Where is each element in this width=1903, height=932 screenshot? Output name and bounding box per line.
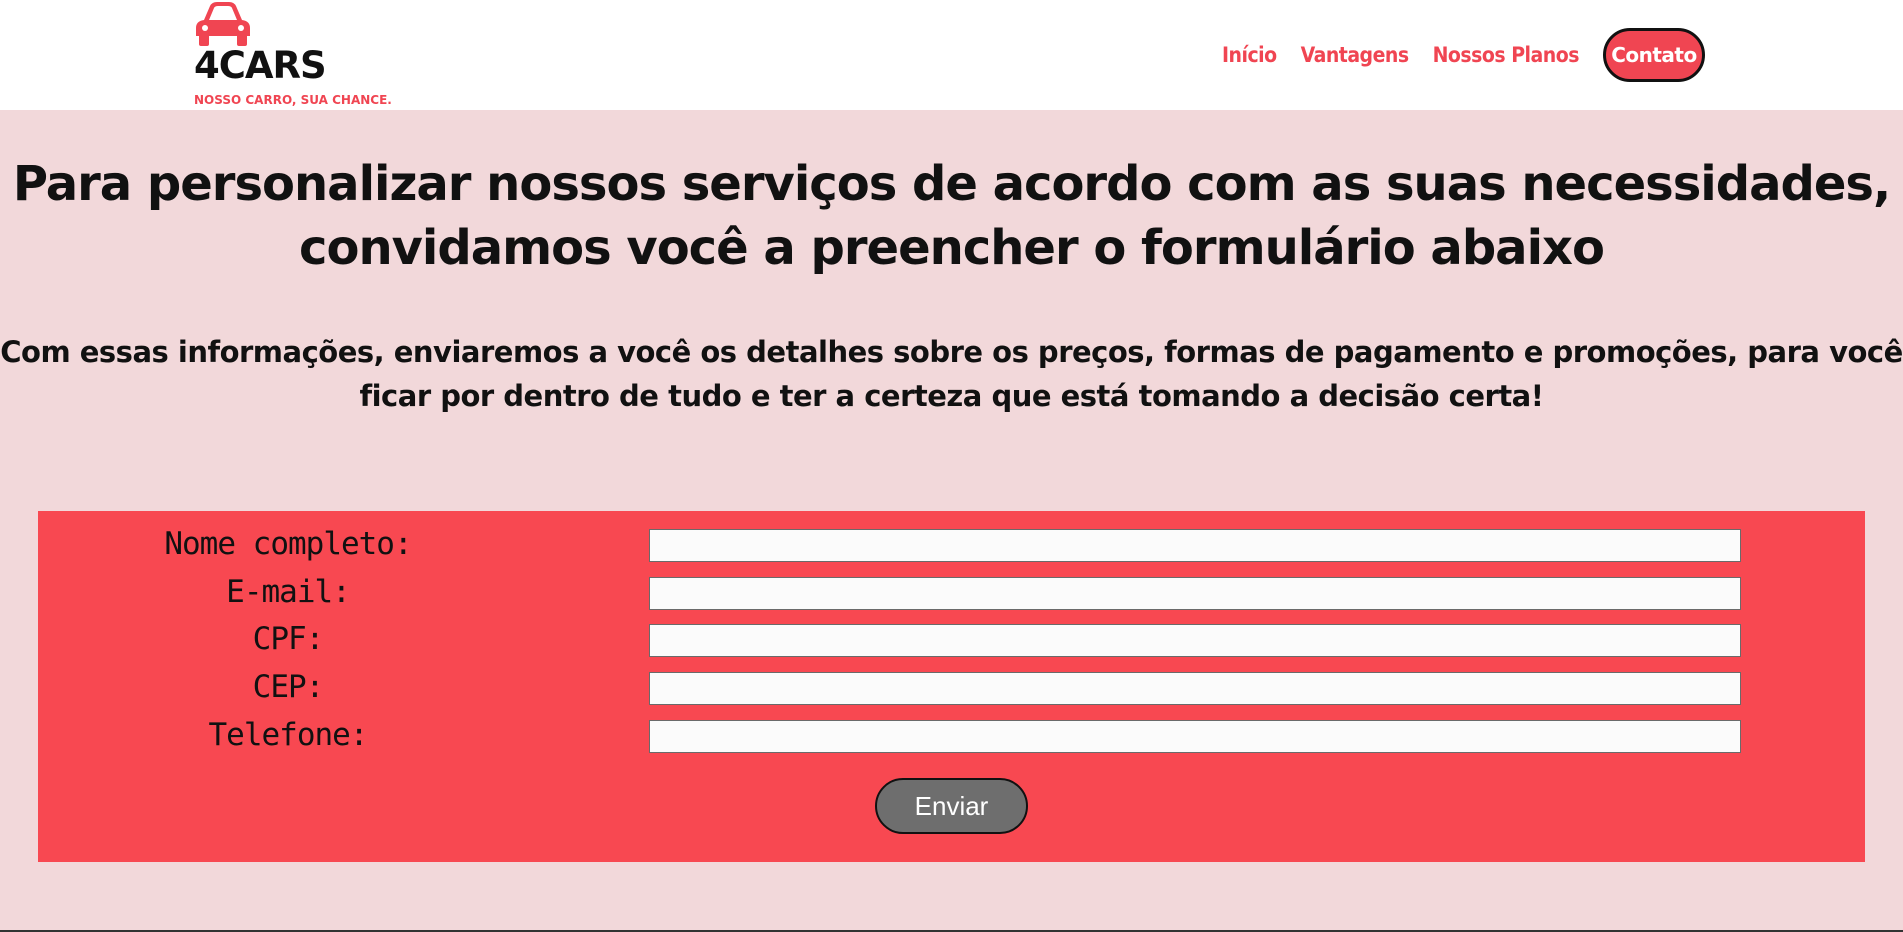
form-row-cpf: CPF: — [38, 621, 1865, 657]
cep-field[interactable] — [649, 672, 1741, 705]
form-row-nome: Nome completo: — [38, 526, 1865, 562]
nav-link-vantagens[interactable]: Vantagens — [1301, 43, 1410, 67]
nav-contact-button[interactable]: Contato — [1602, 28, 1705, 82]
email-field[interactable] — [649, 577, 1741, 610]
car-icon — [196, 2, 250, 46]
brand-logo[interactable]: 4CARS NOSSO CARRO, SUA CHANCE. — [194, 0, 414, 110]
nome-field[interactable] — [649, 529, 1741, 562]
submit-button[interactable]: Enviar — [875, 778, 1028, 834]
form-row-email: E-mail: — [38, 574, 1865, 610]
form-row-telefone: Telefone: — [38, 717, 1865, 753]
nav-link-nossos-planos[interactable]: Nossos Planos — [1433, 43, 1580, 67]
page-headline: Para personalizar nossos serviços de aco… — [12, 156, 1891, 276]
telefone-field[interactable] — [649, 720, 1741, 753]
brand-name: 4CARS — [194, 44, 327, 87]
brand-tagline: NOSSO CARRO, SUA CHANCE. — [194, 93, 392, 107]
site-header: 4CARS NOSSO CARRO, SUA CHANCE. Início Va… — [0, 0, 1903, 110]
email-label: E-mail: — [226, 574, 351, 610]
nav-link-inicio[interactable]: Início — [1222, 43, 1277, 67]
cpf-label: CPF: — [252, 621, 325, 657]
nome-label: Nome completo: — [164, 526, 412, 562]
cpf-field[interactable] — [649, 624, 1741, 657]
cep-label: CEP: — [252, 669, 325, 705]
telefone-label: Telefone: — [208, 717, 369, 753]
main-nav: Início Vantagens Nossos Planos Contato — [1222, 28, 1705, 82]
form-row-cep: CEP: — [38, 669, 1865, 705]
page-subtext: Com essas informações, enviaremos a você… — [0, 335, 1903, 413]
